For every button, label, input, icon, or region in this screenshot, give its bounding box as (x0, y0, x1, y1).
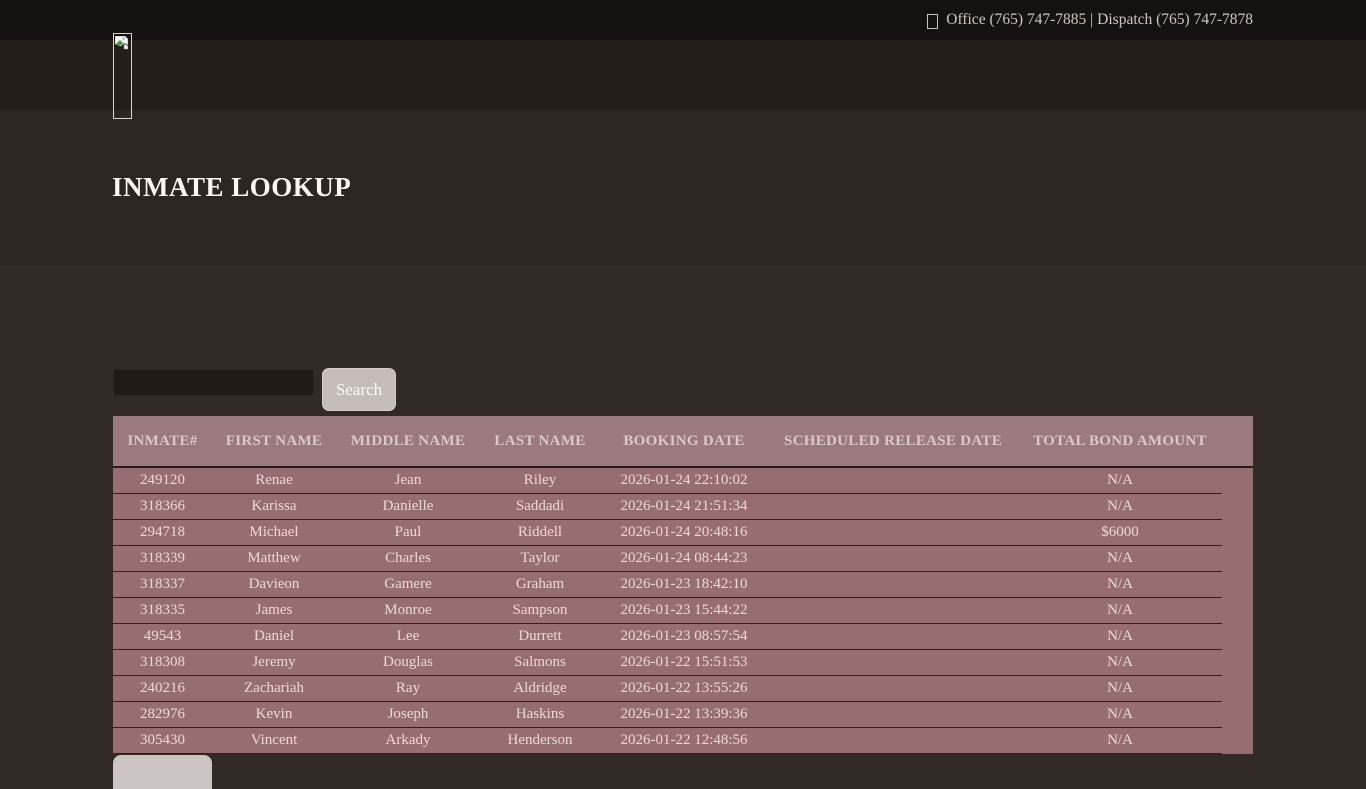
table-cell: 2026-01-24 21:51:34 (600, 498, 768, 515)
header-cell: FIRST NAME (212, 433, 336, 450)
table-cell: N/A (1018, 498, 1222, 515)
table-cell: 318366 (113, 498, 212, 515)
header-cell: LAST NAME (480, 433, 600, 450)
table-cell: N/A (1018, 706, 1222, 723)
search-input[interactable] (113, 369, 314, 396)
table-cell: Henderson (480, 732, 600, 749)
table-body: 249120RenaeJeanRiley2026-01-24 22:10:02 N… (113, 468, 1253, 754)
table-cell: Joseph (336, 706, 480, 723)
table-cell: Jeremy (212, 654, 336, 671)
table-cell: Lee (336, 628, 480, 645)
table-cell: 2026-01-22 13:39:36 (600, 706, 768, 723)
table-cell: 2026-01-22 15:51:53 (600, 654, 768, 671)
header-cell: BOOKING DATE (600, 433, 768, 450)
table-row[interactable]: 49543DanielLeeDurrett2026-01-23 08:57:54… (113, 624, 1222, 650)
table-cell: Michael (212, 524, 336, 541)
table-cell: Arkady (336, 732, 480, 749)
table-cell: Zachariah (212, 680, 336, 697)
table-cell: $6000 (1018, 524, 1222, 541)
table-cell: Danielle (336, 498, 480, 515)
table-cell: Riley (480, 472, 600, 489)
table-cell: 2026-01-24 22:10:02 (600, 472, 768, 489)
table-row[interactable]: 240216ZachariahRayAldridge2026-01-22 13:… (113, 676, 1222, 702)
table-cell: N/A (1018, 628, 1222, 645)
contact-info: Office (765) 747-7885 | Dispatch (765) 7… (946, 11, 1253, 29)
table-row[interactable]: 305430VincentArkadyHenderson2026-01-22 1… (113, 728, 1222, 754)
table-cell: Monroe (336, 602, 480, 619)
table-cell: N/A (1018, 602, 1222, 619)
table-cell: James (212, 602, 336, 619)
page-title: INMATE LOOKUP (112, 172, 351, 203)
broken-image-icon (115, 36, 128, 50)
table-cell: Durrett (480, 628, 600, 645)
table-cell: Matthew (212, 550, 336, 567)
table-cell: 2026-01-24 20:48:16 (600, 524, 768, 541)
table-cell: 2026-01-22 13:55:26 (600, 680, 768, 697)
topbar: Office (765) 747-7885 | Dispatch (765) 7… (0, 0, 1366, 40)
table-row[interactable]: 318335JamesMonroeSampson2026-01-23 15:44… (113, 598, 1222, 624)
table-header-row: INMATE#FIRST NAMEMIDDLE NAMELAST NAMEBOO… (113, 416, 1222, 468)
table-cell: 2026-01-22 12:48:56 (600, 732, 768, 749)
table-cell: 2026-01-23 08:57:54 (600, 628, 768, 645)
table-cell: N/A (1018, 472, 1222, 489)
table-cell: Charles (336, 550, 480, 567)
table-cell: 318308 (113, 654, 212, 671)
table-cell: Karissa (212, 498, 336, 515)
table-cell: 240216 (113, 680, 212, 697)
table-cell: N/A (1018, 654, 1222, 671)
table-cell: N/A (1018, 680, 1222, 697)
inmate-table: INMATE#FIRST NAMEMIDDLE NAMELAST NAMEBOO… (113, 416, 1253, 754)
table-cell: 2026-01-23 15:44:22 (600, 602, 768, 619)
table-cell: Daniel (212, 628, 336, 645)
table-cell: Renae (212, 472, 336, 489)
table-cell: N/A (1018, 732, 1222, 749)
table-row[interactable]: 318337DavieonGamereGraham2026-01-23 18:4… (113, 572, 1222, 598)
table-row[interactable]: 318308JeremyDouglasSalmons2026-01-22 15:… (113, 650, 1222, 676)
table-cell: 2026-01-24 08:44:23 (600, 550, 768, 567)
header-strip (0, 40, 1366, 110)
header-cell: MIDDLE NAME (336, 433, 480, 450)
table-cell: 318339 (113, 550, 212, 567)
table-cell: Vincent (212, 732, 336, 749)
table-cell: 282976 (113, 706, 212, 723)
table-cell: 249120 (113, 472, 212, 489)
table-cell: 2026-01-23 18:42:10 (600, 576, 768, 593)
table-row[interactable]: 282976KevinJosephHaskins2026-01-22 13:39… (113, 702, 1222, 728)
table-cell: Kevin (212, 706, 336, 723)
table-cell: Salmons (480, 654, 600, 671)
table-cell: 318337 (113, 576, 212, 593)
table-cell: 318335 (113, 602, 212, 619)
phone-icon (927, 14, 938, 29)
table-cell: Taylor (480, 550, 600, 567)
table-cell: N/A (1018, 550, 1222, 567)
table-cell: Jean (336, 472, 480, 489)
header-cell: INMATE# (113, 433, 212, 450)
table-cell: Ray (336, 680, 480, 697)
site-logo[interactable] (113, 33, 132, 119)
table-cell: 294718 (113, 524, 212, 541)
table-row[interactable]: 249120RenaeJeanRiley2026-01-24 22:10:02 N… (113, 468, 1222, 494)
pagination-button[interactable] (113, 755, 212, 789)
table-cell: Saddadi (480, 498, 600, 515)
table-cell: Sampson (480, 602, 600, 619)
table-cell: Davieon (212, 576, 336, 593)
search-button[interactable]: Search (322, 368, 396, 411)
table-cell: Aldridge (480, 680, 600, 697)
table-row[interactable]: 318366KarissaDanielleSaddadi2026-01-24 2… (113, 494, 1222, 520)
header-cell: TOTAL BOND AMOUNT (1018, 433, 1222, 450)
table-row[interactable]: 318339MatthewCharlesTaylor2026-01-24 08:… (113, 546, 1222, 572)
table-cell: Paul (336, 524, 480, 541)
table-cell: N/A (1018, 576, 1222, 593)
header-cell: SCHEDULED RELEASE DATE (768, 433, 1018, 450)
table-cell: Graham (480, 576, 600, 593)
table-cell: Gamere (336, 576, 480, 593)
table-cell: Douglas (336, 654, 480, 671)
table-cell: Riddell (480, 524, 600, 541)
table-row[interactable]: 294718MichaelPaulRiddell2026-01-24 20:48… (113, 520, 1222, 546)
table-cell: 305430 (113, 732, 212, 749)
table-cell: 49543 (113, 628, 212, 645)
table-cell: Haskins (480, 706, 600, 723)
